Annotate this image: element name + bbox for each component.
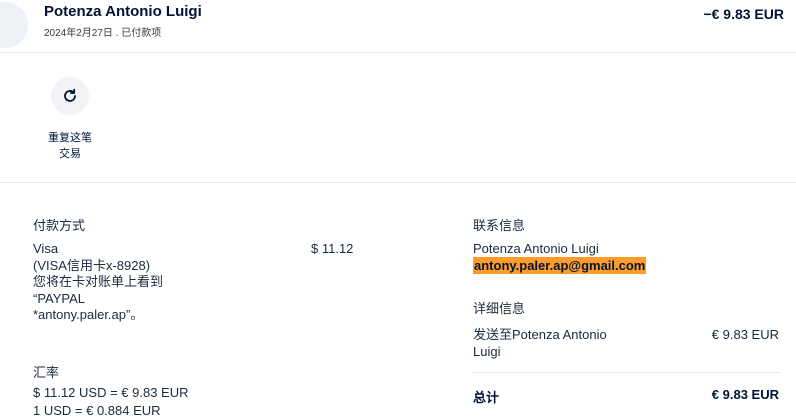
total-label: 总计 — [473, 390, 500, 405]
contact-name: Potenza Antonio Luigi — [473, 241, 599, 256]
divider — [0, 182, 796, 183]
payment-method-line: 您将在卡对账单上看到 — [33, 274, 164, 289]
transaction-amount: −€ 9.83 EUR — [703, 6, 784, 22]
sent-amount: € 9.83 EUR — [711, 327, 779, 342]
exchange-rate: 1 USD = € 0.884 EUR — [33, 403, 161, 418]
repeat-transaction-label[interactable]: 重复这笔 交易 — [48, 130, 92, 162]
repeat-transaction-button[interactable] — [51, 77, 89, 115]
exchange-conversion: $ 11.12 USD = € 9.83 EUR — [33, 385, 189, 400]
contact-email[interactable]: antony.paler.ap@gmail.com — [473, 257, 647, 275]
sent-to-line2: Luigi — [473, 344, 501, 359]
refresh-icon — [64, 88, 76, 102]
payment-method-line: Visa — [33, 241, 59, 256]
payment-method-line: *antony.paler.ap”。 — [33, 307, 144, 322]
contact-info-heading: 联系信息 — [473, 218, 526, 233]
repeat-label-line2: 交易 — [59, 148, 81, 160]
divider — [0, 52, 796, 53]
payment-method-heading: 付款方式 — [33, 218, 86, 233]
transaction-date-status: 2024年2月27日 . 已付款项 — [44, 28, 162, 39]
total-amount: € 9.83 EUR — [711, 387, 779, 402]
merchant-name: Potenza Antonio Luigi — [44, 3, 202, 20]
details-heading: 详细信息 — [473, 301, 526, 316]
payment-method-line: (VISA信用卡x-8928) — [33, 257, 151, 273]
payment-method-details: Visa (VISA信用卡x-8928) 您将在卡对账单上看到 “PAYPAL … — [33, 241, 263, 324]
payment-method-line: “PAYPAL — [33, 290, 86, 306]
exchange-rate-heading: 汇率 — [33, 365, 60, 380]
divider — [473, 372, 780, 373]
sent-to-line1: 发送至Potenza Antonio — [473, 327, 607, 342]
contact-email-text: antony.paler.ap@gmail.com — [473, 257, 647, 274]
avatar — [0, 2, 28, 48]
repeat-label-line1: 重复这笔 — [48, 132, 92, 144]
payment-amount: $ 11.12 — [311, 241, 354, 256]
